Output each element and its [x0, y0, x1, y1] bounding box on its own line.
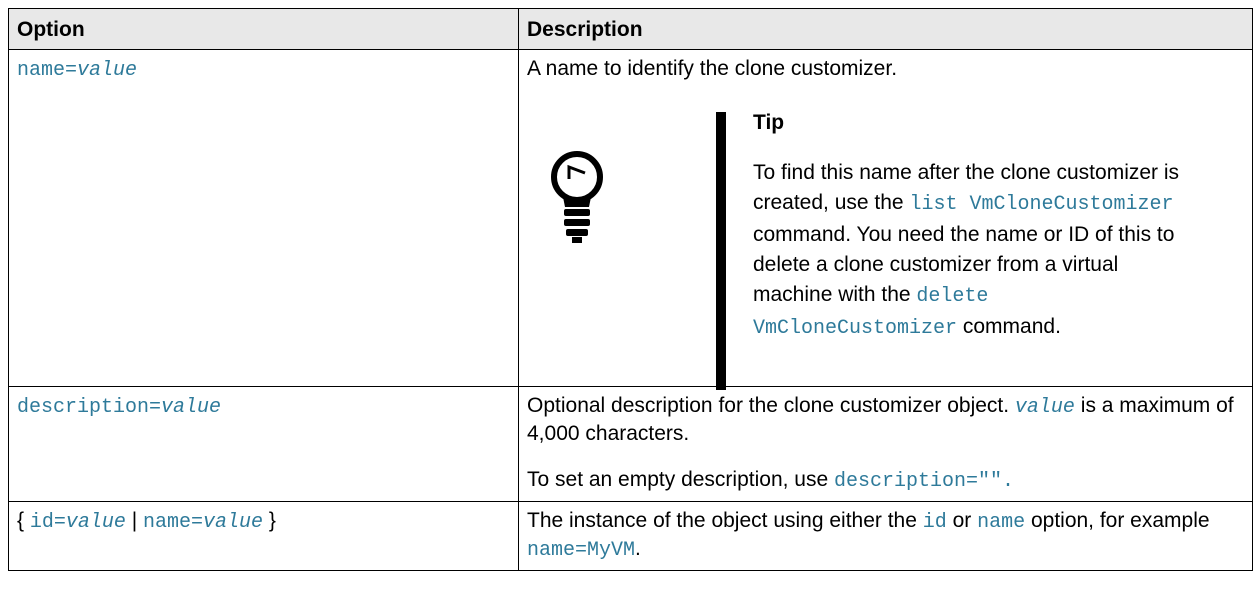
- code-id: id: [922, 511, 947, 534]
- header-row: Option Description: [8, 8, 1253, 50]
- code-example: name=MyVM: [527, 539, 636, 562]
- lightbulb-icon: [551, 151, 603, 243]
- option-code-id: id=value: [29, 511, 126, 534]
- header-option: Option: [8, 8, 519, 50]
- description-cell: The instance of the object using either …: [518, 501, 1253, 571]
- option-code: name=value: [17, 59, 138, 82]
- option-cell: { id=value | name=value }: [8, 501, 519, 571]
- tip-bar: [716, 112, 726, 390]
- description-cell: Optional description for the clone custo…: [518, 386, 1253, 502]
- description-text: A name to identify the clone customizer.: [527, 57, 898, 80]
- header-description: Description: [518, 8, 1253, 50]
- tip-text: To find this name after the clone custom…: [753, 161, 1180, 340]
- code-empty-description: description="".: [834, 470, 1015, 493]
- table-row: name=value A name to identify the clone …: [8, 49, 1253, 390]
- table-row: { id=value | name=value } The instance o…: [8, 501, 1253, 571]
- option-cell: description=value: [8, 386, 519, 502]
- tip-content: Tip To find this name after the clone cu…: [753, 110, 1193, 344]
- options-table: Option Description name=value A name to …: [8, 8, 1253, 571]
- description-cell: A name to identify the clone customizer.…: [518, 49, 1253, 390]
- option-code: description=value: [17, 396, 222, 419]
- description-text-2: To set an empty description, use descrip…: [527, 468, 1015, 493]
- tip-box: Tip To find this name after the clone cu…: [527, 82, 1244, 390]
- table-row: description=value Optional description f…: [8, 386, 1253, 502]
- code-value: value: [1014, 396, 1075, 419]
- code-list-command: list VmCloneCustomizer: [909, 193, 1174, 216]
- code-name: name: [977, 511, 1026, 534]
- option-code-name: name=value: [143, 511, 264, 534]
- tip-title: Tip: [753, 111, 785, 134]
- option-cell: name=value: [8, 49, 519, 387]
- description-text: Optional description for the clone custo…: [527, 394, 1234, 445]
